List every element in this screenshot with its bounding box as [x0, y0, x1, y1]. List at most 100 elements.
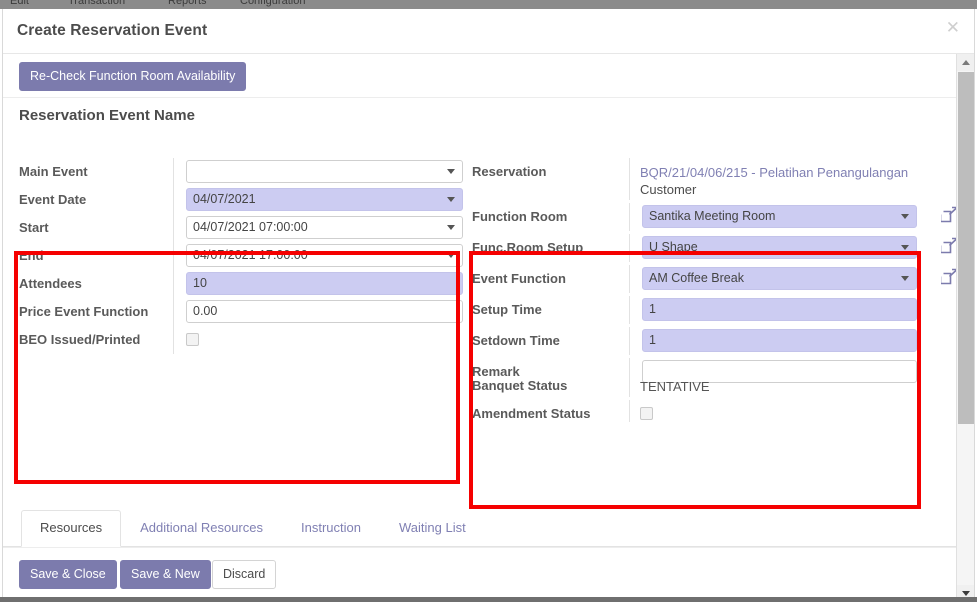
label-end: End	[19, 248, 44, 263]
amendment-status-checkbox[interactable]	[640, 407, 653, 420]
field-row-amendment-status: Amendment Status	[472, 400, 917, 428]
tab-additional-resources[interactable]: Additional Resources	[121, 510, 282, 546]
label-setup-time: Setup Time	[472, 302, 542, 317]
field-row-attendees: Attendees 10	[19, 270, 463, 298]
label-banquet-status: Banquet Status	[472, 378, 568, 393]
field-row-beo-issued-printed: BEO Issued/Printed	[19, 326, 463, 354]
close-icon[interactable]: ✕	[946, 20, 960, 37]
field-row-start: Start 04/07/2021 07:00:00	[19, 214, 463, 242]
chevron-down-icon	[447, 169, 455, 174]
chevron-up-icon	[962, 60, 970, 65]
value-reservation: BQR/21/04/06/215 - Pelatihan Penangulang…	[629, 158, 917, 200]
chevron-down-icon	[447, 253, 455, 258]
attendees-input[interactable]: 10	[186, 272, 463, 295]
field-row-function-room: Function Room Santika Meeting Room	[472, 203, 958, 231]
label-start: Start	[19, 220, 49, 235]
field-row-event-function: Event Function AM Coffee Break	[472, 265, 958, 293]
field-row-end: End 04/07/2021 17:00:00	[19, 242, 463, 270]
value-banquet-status: TENTATIVE	[629, 372, 917, 397]
statusbar: Re-Check Function Room Availability	[3, 54, 974, 98]
label-amendment-status: Amendment Status	[472, 406, 591, 421]
end-datetime-select[interactable]: 04/07/2021 17:00:00	[186, 244, 463, 267]
main-event-select[interactable]	[186, 160, 463, 183]
dialog-scrollbar[interactable]	[956, 54, 974, 602]
reservation-link-text: BQR/21/04/06/215 - Pelatihan Penangulang…	[640, 165, 909, 180]
value-setdown-time: 1	[629, 327, 917, 355]
reservation-event-name-heading: Reservation Event Name	[19, 107, 195, 124]
event-date-select[interactable]: 04/07/2021	[186, 188, 463, 211]
field-row-reservation: Reservation BQR/21/04/06/215 - Pelatihan…	[472, 158, 917, 200]
chevron-down-icon	[447, 197, 455, 202]
chevron-down-icon	[447, 225, 455, 230]
reservation-group: Reservation BQR/21/04/06/215 - Pelatihan…	[472, 158, 958, 386]
value-main-event	[173, 158, 463, 186]
label-price-event-function: Price Event Function	[19, 304, 149, 319]
reservation-customer-label: Customer	[640, 182, 697, 197]
value-price-event-function: 0.00	[173, 298, 463, 326]
chevron-down-icon	[901, 276, 909, 281]
field-row-func-room-setup: Func.Room Setup U Shape	[472, 234, 958, 262]
tab-resources[interactable]: Resources	[21, 510, 122, 547]
label-reservation: Reservation	[472, 164, 547, 179]
func-room-setup-select[interactable]: U Shape	[642, 236, 917, 259]
value-function-room: Santika Meeting Room	[629, 203, 958, 231]
create-reservation-event-dialog: Create Reservation Event ✕ Re-Check Func…	[2, 9, 975, 602]
field-row-setup-time: Setup Time 1	[472, 296, 917, 324]
dialog-footer: Save & Close Save & New Discard	[3, 547, 958, 601]
menu-item-transaction[interactable]: Transaction	[68, 0, 125, 7]
setup-time-input[interactable]: 1	[642, 298, 917, 321]
value-beo-issued-printed	[173, 326, 463, 354]
page-title: Create Reservation Event	[17, 22, 208, 39]
scroll-up-button[interactable]	[957, 54, 974, 71]
page-bottom-edge	[0, 597, 977, 602]
field-row-banquet-status: Banquet Status TENTATIVE	[472, 372, 917, 400]
reservation-link[interactable]: BQR/21/04/06/215 - Pelatihan Penangulang…	[640, 160, 917, 198]
function-room-select[interactable]: Santika Meeting Room	[642, 205, 917, 228]
form-sheet: Reservation Event Name Main Event Event …	[3, 98, 974, 509]
value-event-date: 04/07/2021	[173, 186, 463, 214]
dialog-header: Create Reservation Event ✕	[3, 9, 974, 54]
label-func-room-setup: Func.Room Setup	[472, 240, 584, 255]
field-row-setdown-time: Setdown Time 1	[472, 327, 917, 355]
value-setup-time: 1	[629, 296, 917, 324]
menu-item-reports[interactable]: Reports	[168, 0, 207, 7]
label-beo-issued-printed: BEO Issued/Printed	[19, 332, 141, 347]
value-func-room-setup: U Shape	[629, 234, 958, 262]
notebook: Resources Additional Resources Instructi…	[3, 505, 958, 547]
save-and-close-button[interactable]: Save & Close	[19, 560, 117, 589]
field-row-price-event-function: Price Event Function 0.00	[19, 298, 463, 326]
app-menubar: Edit Transaction Reports Configuration	[0, 0, 977, 9]
scrollbar-thumb[interactable]	[958, 72, 974, 424]
status-group: Banquet Status TENTATIVE Amendment Statu…	[472, 372, 917, 428]
label-event-date: Event Date	[19, 192, 87, 207]
tab-instruction[interactable]: Instruction	[282, 510, 380, 546]
value-end: 04/07/2021 17:00:00	[173, 242, 463, 270]
label-main-event: Main Event	[19, 164, 88, 179]
start-datetime-select[interactable]: 04/07/2021 07:00:00	[186, 216, 463, 239]
chevron-down-icon	[901, 214, 909, 219]
tab-waiting-list[interactable]: Waiting List	[380, 510, 485, 546]
tab-strip: Resources Additional Resources Instructi…	[21, 510, 485, 547]
save-and-new-button[interactable]: Save & New	[120, 560, 211, 589]
chevron-down-icon	[962, 591, 970, 596]
chevron-down-icon	[901, 245, 909, 250]
main-event-group: Main Event Event Date 04/07/2021 Start 0…	[19, 158, 463, 354]
label-attendees: Attendees	[19, 276, 82, 291]
value-event-function: AM Coffee Break	[629, 265, 958, 293]
field-row-event-date: Event Date 04/07/2021	[19, 186, 463, 214]
label-function-room: Function Room	[472, 209, 568, 224]
beo-issued-printed-checkbox[interactable]	[186, 333, 199, 346]
recheck-function-room-availability-button[interactable]: Re-Check Function Room Availability	[19, 62, 247, 91]
label-event-function: Event Function	[472, 271, 566, 286]
setdown-time-input[interactable]: 1	[642, 329, 917, 352]
value-start: 04/07/2021 07:00:00	[173, 214, 463, 242]
event-function-select[interactable]: AM Coffee Break	[642, 267, 917, 290]
discard-button[interactable]: Discard	[212, 560, 277, 589]
label-setdown-time: Setdown Time	[472, 333, 560, 348]
value-attendees: 10	[173, 270, 463, 298]
value-amendment-status	[629, 400, 917, 422]
banquet-status-badge: TENTATIVE	[640, 379, 710, 394]
menu-item-edit[interactable]: Edit	[10, 0, 29, 7]
price-event-function-input[interactable]: 0.00	[186, 300, 463, 323]
menu-item-configuration[interactable]: Configuration	[240, 0, 305, 7]
